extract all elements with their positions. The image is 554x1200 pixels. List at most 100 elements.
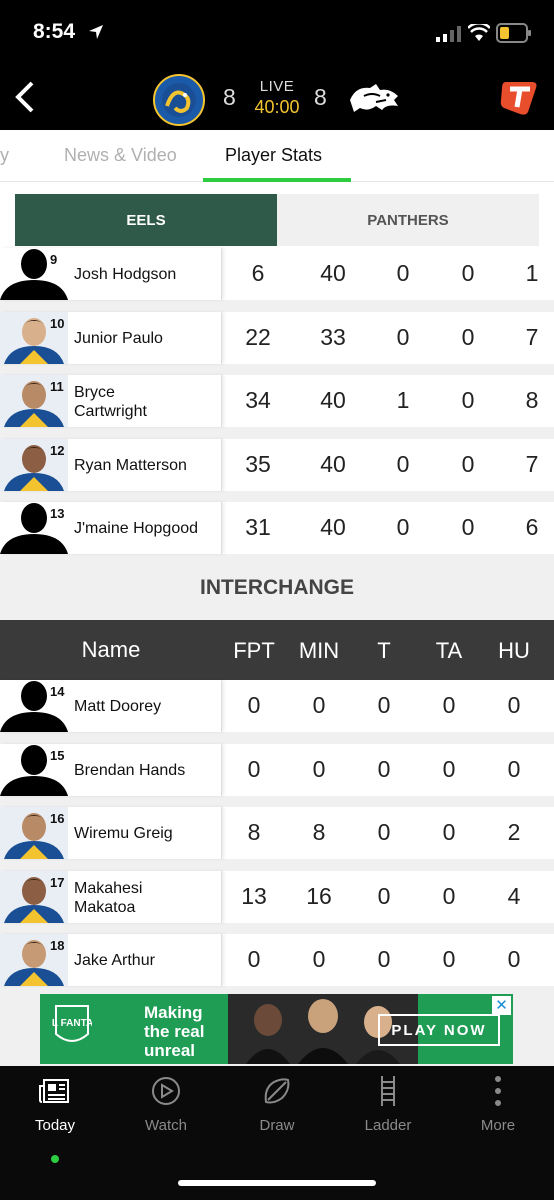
player-row[interactable]: 13 J'maine Hopgood 31 40 0 0 6 [0, 502, 554, 554]
stat-min: 40 [320, 387, 346, 413]
stat-hu: 7 [525, 450, 539, 477]
location-arrow-icon [89, 25, 103, 39]
ad-play-now-button[interactable]: PLAY NOW [378, 1014, 500, 1046]
stat-fpt: 22 [245, 323, 271, 350]
stat-t: 0 [377, 882, 391, 909]
home-indicator[interactable] [178, 1180, 376, 1186]
stat-fpt: 34 [245, 387, 271, 413]
stat-min: 33 [320, 323, 346, 350]
interchange-title: INTERCHANGE [0, 556, 554, 620]
player-row[interactable]: 17 Makahesi Makatoa 13 16 0 0 4 [0, 870, 554, 923]
ladder-icon [381, 1076, 395, 1106]
away-score: 8 [314, 84, 327, 110]
player-number: 16 [50, 811, 65, 826]
player-row[interactable]: 9 Josh Hodgson 6 40 0 0 1 [0, 248, 554, 300]
stat-fpt: 13 [241, 882, 267, 909]
football-icon [264, 1078, 290, 1104]
column-header-min[interactable]: MIN [284, 638, 354, 664]
player-row[interactable]: 16 Wiremu Greig 8 8 0 0 2 [0, 807, 554, 859]
player-row[interactable]: 15 Brendan Hands 0 0 0 0 0 [0, 743, 554, 796]
penrith-panthers-logo [350, 84, 398, 112]
player-name: Wiremu Greig [74, 825, 173, 842]
nav-today[interactable]: Today [0, 1074, 110, 1163]
player-number: 14 [50, 684, 65, 699]
stat-ta: 0 [442, 882, 456, 909]
nav-ladder[interactable]: Ladder [333, 1074, 443, 1134]
team-toggle: EELS PANTHERS [15, 194, 539, 246]
match-clock: 40:00 [254, 97, 300, 117]
stat-t: 0 [396, 514, 410, 540]
ad-close-icon[interactable]: ✕ [492, 996, 511, 1015]
stat-fpt: 35 [245, 450, 271, 477]
ad-nrl-mark: NRL FANTASY [52, 1018, 92, 1029]
team-toggle-eels[interactable]: EELS [15, 194, 277, 246]
player-row[interactable]: 12 Ryan Matterson 35 40 0 0 7 [0, 438, 554, 491]
player-number: 11 [50, 379, 64, 394]
stat-ta: 0 [442, 819, 456, 845]
column-header-ta[interactable]: TA [414, 638, 484, 664]
stat-fpt: 0 [247, 755, 261, 782]
stat-hu: 7 [525, 323, 539, 350]
telstra-logo [500, 82, 537, 115]
nav-draw[interactable]: Draw [222, 1074, 332, 1134]
player-number: 13 [50, 506, 65, 521]
stat-t: 0 [396, 323, 410, 350]
tab-player-stats[interactable]: Player Stats [225, 145, 322, 166]
column-header-fpt[interactable]: FPT [219, 638, 289, 664]
stat-ta: 0 [461, 260, 475, 286]
team-toggle-section: EELS PANTHERS [0, 182, 554, 256]
live-label: LIVE [259, 78, 295, 95]
stat-fpt: 6 [251, 260, 265, 286]
player-row[interactable]: 11 Bryce Cartwright 34 40 1 0 8 [0, 375, 554, 427]
player-name: Josh Hodgson [74, 266, 177, 283]
stat-min: 0 [312, 692, 326, 718]
stat-t: 1 [396, 387, 410, 413]
nav-watch[interactable]: Watch [111, 1074, 221, 1134]
player-name: Junior Paulo [74, 329, 163, 347]
nav-label-today: Today [34, 1117, 76, 1134]
player-info: 14 Matt Doorey [0, 680, 222, 732]
player-row[interactable]: 14 Matt Doorey 0 0 0 0 0 [0, 680, 554, 732]
player-row[interactable]: 10 Junior Paulo 22 33 0 0 7 [0, 311, 554, 364]
player-info: 15 Brendan Hands [0, 743, 222, 796]
player-info: 11 Bryce Cartwright [0, 375, 222, 427]
newspaper-icon [39, 1079, 69, 1103]
stat-min: 40 [320, 514, 346, 540]
stat-hu: 0 [507, 755, 521, 782]
stat-fpt: 0 [247, 946, 261, 972]
stat-ta: 0 [461, 323, 475, 350]
tab-news-video[interactable]: News & Video [64, 145, 177, 166]
column-header-t[interactable]: T [349, 638, 419, 664]
stat-min: 40 [320, 260, 346, 286]
match-header: 8:54 8 LIVE 40:00 8 [0, 0, 554, 130]
stat-t: 0 [396, 450, 410, 477]
column-header-hu[interactable]: HU [479, 638, 549, 664]
stat-hu: 0 [507, 946, 521, 972]
wifi-icon [468, 24, 490, 41]
column-header-name[interactable]: Name [0, 620, 222, 680]
player-info: 16 Wiremu Greig [0, 807, 222, 859]
tab-summary[interactable]: ay [0, 145, 9, 166]
player-number: 10 [50, 315, 65, 331]
fantasy-ad-banner[interactable]: NRL FANTASY Making the real unreal PLAY … [40, 994, 513, 1064]
stat-ta: 0 [461, 387, 475, 413]
team-toggle-panthers[interactable]: PANTHERS [277, 194, 539, 246]
stat-ta: 0 [442, 692, 456, 718]
status-time: 8:54 [33, 20, 76, 43]
player-number: 12 [50, 442, 65, 458]
ad-headline: Making the real unreal [144, 1003, 214, 1060]
nav-more[interactable]: More [443, 1074, 553, 1134]
stat-ta: 0 [461, 450, 475, 477]
player-number: 9 [50, 252, 58, 267]
player-name: Brendan Hands [74, 761, 186, 779]
stat-hu: 0 [507, 692, 521, 718]
more-icon [495, 1076, 501, 1106]
stat-hu: 4 [507, 882, 521, 909]
interchange-table-header: Name FPT MIN T TA HU [0, 620, 554, 680]
stat-fpt: 31 [245, 514, 271, 540]
player-row[interactable]: 18 Jake Arthur 0 0 0 0 0 [0, 934, 554, 986]
stat-fpt: 8 [247, 819, 261, 845]
stat-hu: 1 [525, 260, 539, 286]
stat-min: 8 [312, 819, 326, 845]
nav-label-watch: Watch [145, 1117, 187, 1134]
